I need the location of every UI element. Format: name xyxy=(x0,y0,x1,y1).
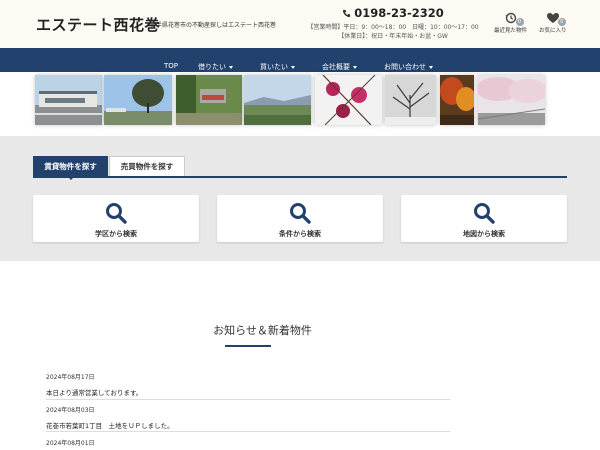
autumn-photo xyxy=(440,75,474,125)
holidays: 【休業日】：祝日・年末年始・お盆・GW xyxy=(338,33,448,40)
main-nav: TOP 借りたい 買いたい 会社概要 お問い合わせ xyxy=(0,48,600,72)
recent-viewed-link[interactable]: 0 最近見た物件 xyxy=(494,12,527,34)
news-item[interactable]: 2024年08月03日 花巻市若葉町1丁目 土地をＵＰしました。 xyxy=(46,405,450,432)
nav-item-top[interactable]: TOP xyxy=(164,62,178,70)
news-text: 本日より通常営業しております。 xyxy=(46,389,143,397)
phone-number[interactable]: 0198-23-2320 xyxy=(300,6,486,20)
site-tagline: 岩手県花巻市の不動産探しはエステート西花巻 xyxy=(150,22,277,29)
nav-item-buy[interactable]: 買いたい xyxy=(260,62,295,72)
card-label: 条件から検索 xyxy=(279,230,321,238)
tab-underline xyxy=(33,176,567,178)
tab-sale-search[interactable]: 売買物件を探す xyxy=(109,156,185,176)
landscape-photo xyxy=(244,75,311,125)
nav-item-contact[interactable]: お問い合わせ xyxy=(384,62,433,72)
chevron-down-icon xyxy=(291,65,295,69)
favorites-link[interactable]: 0 お気に入り xyxy=(539,12,567,34)
news-section-title: お知らせ＆新着物件 xyxy=(213,324,312,337)
search-icon xyxy=(474,203,495,224)
business-hours: 【営業時間】平日：9：00～18：00 日曜：10：00～17：00 xyxy=(307,24,479,31)
chevron-down-icon xyxy=(229,65,233,69)
news-text: 花巻市若葉町1丁目 土地をＵＰしました。 xyxy=(46,422,174,430)
phone-icon xyxy=(343,9,351,17)
contact-block: 0198-23-2320 【営業時間】平日：9：00～18：00 日曜：10：0… xyxy=(300,6,486,41)
search-icon xyxy=(106,203,127,224)
search-by-conditions-button[interactable]: 条件から検索 xyxy=(217,195,383,242)
tree-photo xyxy=(104,75,172,125)
favorites-count-badge: 0 xyxy=(557,18,566,26)
chevron-down-icon xyxy=(353,65,357,69)
nav-item-company[interactable]: 会社概要 xyxy=(322,62,357,72)
search-by-map-button[interactable]: 地図から検索 xyxy=(401,195,567,242)
station-photo xyxy=(35,75,102,125)
chevron-down-icon xyxy=(429,65,433,69)
search-icon xyxy=(290,203,311,224)
property-search-section: 賃貸物件を探す 売買物件を探す 学区から検索 条件から検索 地図から検索 xyxy=(0,136,600,261)
railway-photo xyxy=(176,75,242,125)
news-item[interactable]: 2024年08月01日 xyxy=(46,438,450,450)
tab-rental-search[interactable]: 賃貸物件を探す xyxy=(33,156,108,176)
news-item[interactable]: 2024年08月17日 本日より通常営業しております。 xyxy=(46,372,450,400)
photo-strip xyxy=(35,75,545,125)
recent-count-badge: 0 xyxy=(515,18,524,26)
recent-label: 最近見た物件 xyxy=(494,28,528,34)
site-header: エステート西花巻 岩手県花巻市の不動産探しはエステート西花巻 0198-23-2… xyxy=(0,0,600,48)
flower-photo xyxy=(315,75,382,125)
news-date: 2024年08月17日 xyxy=(46,374,95,381)
title-underline xyxy=(225,345,271,347)
winter-tree-photo xyxy=(385,75,436,125)
cherry-blossom-photo xyxy=(478,75,545,125)
news-date: 2024年08月03日 xyxy=(46,407,95,414)
favorites-label: お気に入り xyxy=(539,28,567,34)
card-label: 地図から検索 xyxy=(463,230,505,238)
news-date: 2024年08月01日 xyxy=(46,440,95,447)
site-logo[interactable]: エステート西花巻 xyxy=(36,14,160,35)
nav-item-rent[interactable]: 借りたい xyxy=(198,62,233,72)
active-tab-pointer xyxy=(67,176,75,180)
search-by-school-district-button[interactable]: 学区から検索 xyxy=(33,195,199,242)
card-label: 学区から検索 xyxy=(95,230,137,238)
